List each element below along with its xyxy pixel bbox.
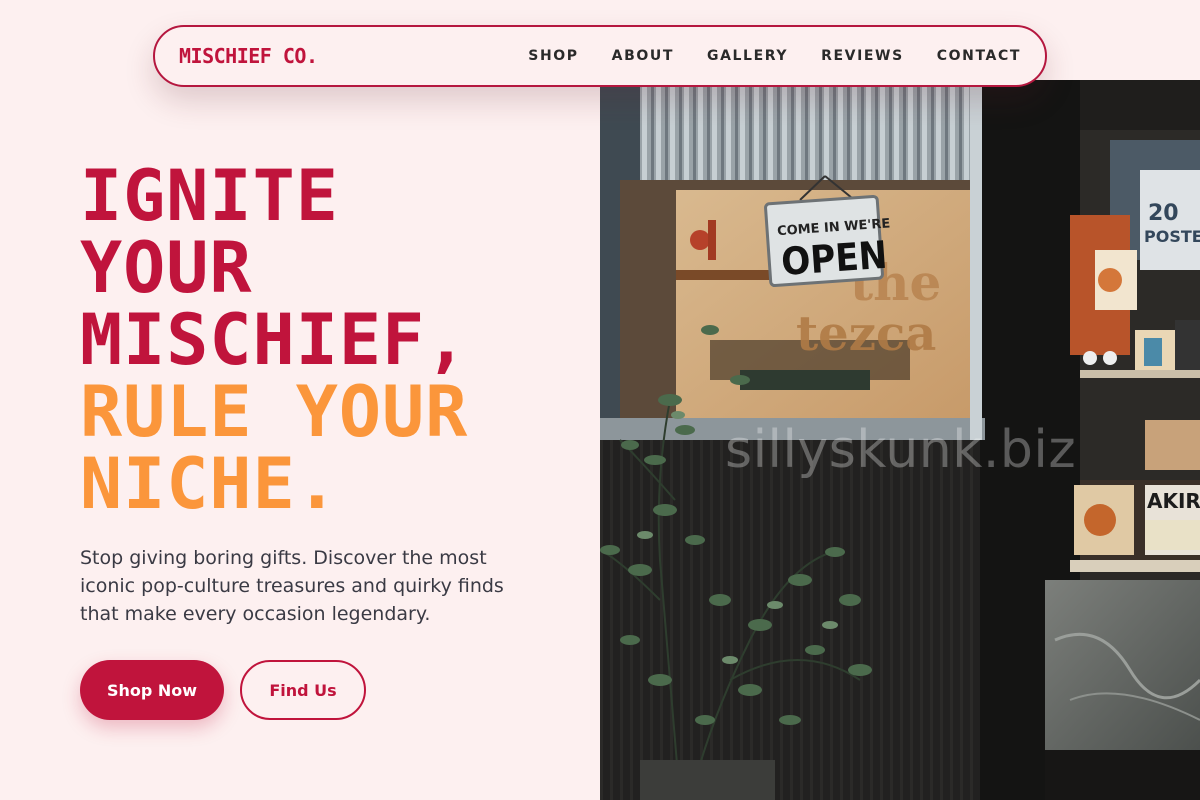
svg-text:POSTER: POSTER [1144, 227, 1200, 246]
hero-photo: the tezca COME IN WE'RE OPEN 20 POSTER [600, 80, 1200, 800]
nav-link-about[interactable]: ABOUT [612, 48, 674, 64]
svg-text:AKIRA: AKIRA [1147, 489, 1200, 513]
headline-line: MISCHIEF, [80, 299, 469, 381]
hero-description: Stop giving boring gifts. Discover the m… [80, 547, 504, 625]
watermark-text: sillyskunk.biz [725, 420, 1077, 480]
find-us-button[interactable]: Find Us [240, 660, 366, 720]
nav-links: SHOP ABOUT GALLERY REVIEWS CONTACT [495, 48, 1021, 64]
headline-line: IGNITE [80, 155, 339, 237]
svg-text:tezca: tezca [796, 306, 936, 362]
hero-headline: IGNITE YOUR MISCHIEF, RULE YOUR NICHE. [80, 160, 600, 520]
headline-line: YOUR [80, 227, 253, 309]
nav-link-shop[interactable]: SHOP [528, 48, 578, 64]
nav-link-contact[interactable]: CONTACT [937, 48, 1021, 64]
nav-link-reviews[interactable]: REVIEWS [821, 48, 904, 64]
shop-now-button[interactable]: Shop Now [80, 660, 224, 720]
headline-line-accent: RULE YOUR [80, 371, 469, 453]
headline-line-accent: NICHE. [80, 443, 339, 525]
page: the tezca COME IN WE'RE OPEN 20 POSTER [0, 0, 1200, 800]
top-navbar: MISCHIEF CO. SHOP ABOUT GALLERY REVIEWS … [153, 25, 1047, 87]
svg-text:20: 20 [1148, 201, 1179, 226]
nav-link-gallery[interactable]: GALLERY [707, 48, 788, 64]
brand-logo[interactable]: MISCHIEF CO. [179, 44, 318, 68]
svg-text:OPEN: OPEN [780, 233, 889, 284]
